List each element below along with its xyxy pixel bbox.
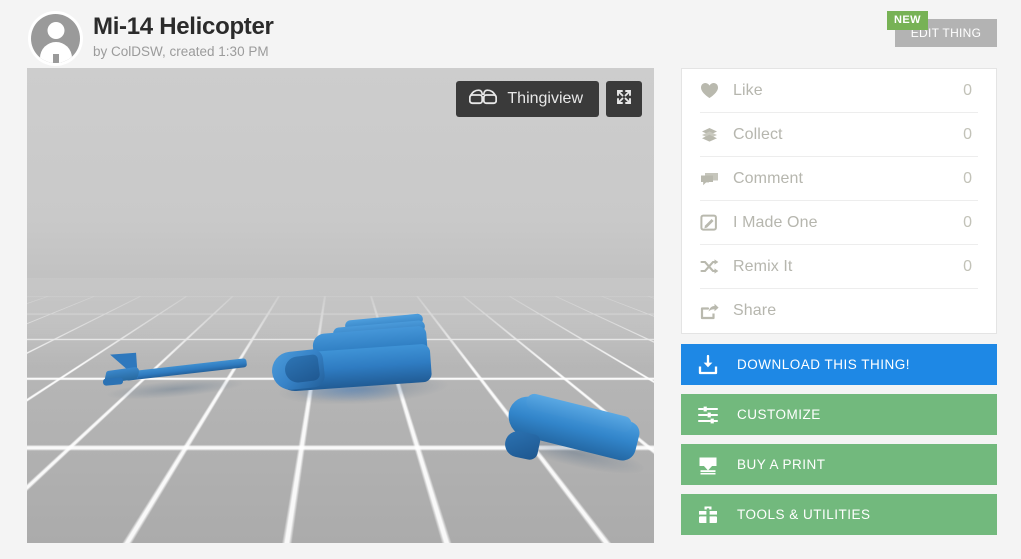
stat-count: 0 — [963, 169, 972, 187]
stat-row-comment[interactable]: Comment 0 — [700, 157, 978, 201]
stat-row-share[interactable]: Share — [700, 289, 978, 333]
stat-count: 0 — [963, 257, 972, 275]
stat-label: I Made One — [733, 213, 818, 231]
thing-byline: by ColDSW, created 1:30 PM — [93, 44, 269, 59]
stat-row-collect[interactable]: Collect 0 — [700, 113, 978, 157]
shuffle-icon — [700, 258, 726, 275]
viewer-toolbar: Thingiview — [456, 81, 642, 117]
heart-icon — [700, 82, 726, 99]
stat-row-remix-it[interactable]: Remix It 0 — [700, 245, 978, 289]
user-avatar-icon — [31, 14, 80, 63]
sliders-icon — [697, 405, 729, 425]
stat-count: 0 — [963, 125, 972, 143]
fullscreen-button[interactable] — [606, 81, 642, 117]
customize-label: CUSTOMIZE — [737, 407, 821, 422]
avatar-head-shape — [47, 22, 64, 39]
fullscreen-expand-icon — [615, 88, 633, 111]
stat-row-like[interactable]: Like 0 — [700, 69, 978, 113]
page-title: Mi-14 Helicopter — [93, 13, 274, 40]
sidebar: Like 0 Collect 0 Comment 0 I Made One 0 … — [681, 68, 997, 535]
stat-count: 0 — [963, 213, 972, 231]
thing-detail-page: Mi-14 Helicopter by ColDSW, created 1:30… — [0, 0, 1021, 559]
comment-icon — [700, 170, 726, 187]
stat-label: Collect — [733, 125, 783, 143]
stat-label: Like — [733, 81, 763, 99]
stat-count: 0 — [963, 81, 972, 99]
printer-icon — [697, 455, 729, 475]
tools-label: TOOLS & UTILITIES — [737, 507, 871, 522]
layers-icon — [700, 126, 726, 143]
thingiview-3d-viewer[interactable]: Thingiview — [27, 68, 654, 543]
stat-label: Share — [733, 302, 777, 319]
customize-button[interactable]: CUSTOMIZE — [681, 394, 997, 435]
buy-print-label: BUY A PRINT — [737, 457, 826, 472]
title-block: Mi-14 Helicopter by ColDSW, created 1:30… — [93, 13, 274, 61]
page-header: Mi-14 Helicopter by ColDSW, created 1:30… — [0, 0, 1021, 68]
download-icon — [697, 354, 729, 376]
tools-and-utilities-button[interactable]: TOOLS & UTILITIES — [681, 494, 997, 535]
new-badge: NEW — [887, 11, 928, 30]
stats-panel: Like 0 Collect 0 Comment 0 I Made One 0 … — [681, 68, 997, 334]
3d-glasses-icon — [469, 88, 498, 110]
avatar-notch-right — [52, 54, 59, 63]
avatar[interactable] — [28, 11, 83, 66]
model-part-fuselage-cockpit — [283, 354, 321, 384]
pencil-square-icon — [700, 214, 726, 231]
stat-label: Remix It — [733, 257, 793, 275]
buy-a-print-button[interactable]: BUY A PRINT — [681, 444, 997, 485]
thingiview-label: Thingiview — [507, 90, 583, 107]
thingiview-button[interactable]: Thingiview — [456, 81, 599, 117]
share-icon — [700, 303, 726, 320]
stat-row-i-made-one[interactable]: I Made One 0 — [700, 201, 978, 245]
toolbox-icon — [697, 505, 729, 525]
download-label: DOWNLOAD THIS THING! — [737, 357, 911, 372]
avatar-body-shape — [39, 42, 72, 63]
download-this-thing-button[interactable]: DOWNLOAD THIS THING! — [681, 344, 997, 385]
stat-label: Comment — [733, 169, 804, 187]
